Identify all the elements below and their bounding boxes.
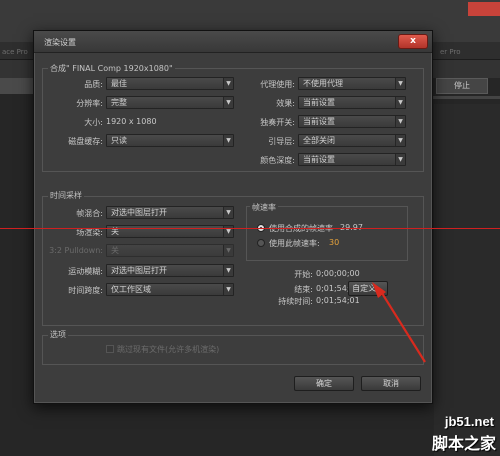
duration-label: 持续时间: xyxy=(278,297,313,306)
quality-value: 最佳 xyxy=(111,79,127,88)
frame-blend-value: 对选中图层打开 xyxy=(111,208,167,217)
background-render-queue-panel xyxy=(434,104,500,456)
background-render-bar xyxy=(0,78,34,94)
custom-time-span-button[interactable]: 自定义... xyxy=(348,281,388,296)
frame-rate-group-label: 帧速率 xyxy=(250,202,278,213)
solo-switches-dropdown[interactable]: 当前设置 ▼ xyxy=(298,115,406,128)
proxy-label: 代理使用: xyxy=(260,80,295,89)
effects-value: 当前设置 xyxy=(303,98,335,107)
chevron-down-icon: ▼ xyxy=(223,78,233,89)
proxy-dropdown[interactable]: 不使用代理 ▼ xyxy=(298,77,406,90)
resolution-value: 完整 xyxy=(111,98,127,107)
time-span-value: 仅工作区域 xyxy=(111,285,151,294)
size-value: 1920 x 1080 xyxy=(106,117,157,126)
guide-layers-value: 全部关闭 xyxy=(303,136,335,145)
time-span-dropdown[interactable]: 仅工作区域 ▼ xyxy=(106,283,234,296)
background-tab-right[interactable]: er Pro xyxy=(440,46,500,58)
color-depth-value: 当前设置 xyxy=(303,155,335,164)
skip-existing-checkbox[interactable] xyxy=(106,345,114,353)
guide-layers-label: 引导层: xyxy=(268,137,295,146)
options-label: 选项 xyxy=(48,329,68,340)
chevron-down-icon: ▼ xyxy=(223,245,233,256)
use-this-rate-input[interactable]: 30 xyxy=(329,238,339,247)
pulldown-dropdown[interactable]: 关 ▼ xyxy=(106,244,234,257)
dialog-titlebar[interactable]: 渲染设置 x xyxy=(34,31,432,53)
color-depth-label: 颜色深度: xyxy=(260,156,295,165)
time-span-label: 时间跨度: xyxy=(68,286,103,295)
background-stop-button[interactable]: 停止 xyxy=(436,78,488,94)
end-label: 结束: xyxy=(294,285,313,294)
solo-switches-label: 独奏开关: xyxy=(260,118,295,127)
effects-dropdown[interactable]: 当前设置 ▼ xyxy=(298,96,406,109)
chevron-down-icon: ▼ xyxy=(223,97,233,108)
options-group xyxy=(42,335,424,365)
chevron-down-icon: ▼ xyxy=(395,154,405,165)
frame-blend-dropdown[interactable]: 对选中图层打开 ▼ xyxy=(106,206,234,219)
pulldown-value: 关 xyxy=(111,246,119,255)
disk-cache-dropdown[interactable]: 只读 ▼ xyxy=(106,134,234,147)
background-tab-left[interactable]: ace Pro xyxy=(0,46,30,58)
dialog-close-button[interactable]: x xyxy=(398,34,428,49)
duration-value: 0;01;54;01 xyxy=(316,296,360,305)
solo-switches-value: 当前设置 xyxy=(303,117,335,126)
resolution-label: 分辨率: xyxy=(76,99,103,108)
motion-blur-value: 对选中图层打开 xyxy=(111,266,167,275)
comp-group-label: 合成" FINAL Comp 1920x1080" xyxy=(48,63,175,74)
use-this-rate-radio[interactable] xyxy=(257,239,265,247)
frame-blend-label: 帧混合: xyxy=(76,209,103,218)
field-render-dropdown[interactable]: 关 ▼ xyxy=(106,225,234,238)
chevron-down-icon: ▼ xyxy=(223,265,233,276)
chevron-down-icon: ▼ xyxy=(395,78,405,89)
chevron-down-icon: ▼ xyxy=(395,97,405,108)
color-depth-dropdown[interactable]: 当前设置 ▼ xyxy=(298,153,406,166)
resolution-dropdown[interactable]: 完整 ▼ xyxy=(106,96,234,109)
quality-label: 品质: xyxy=(84,80,103,89)
pulldown-label: 3:2 Pulldown: xyxy=(49,246,103,255)
cancel-button[interactable]: 取消 xyxy=(361,376,421,391)
annotation-red-line xyxy=(0,228,500,229)
background-close-button[interactable] xyxy=(468,2,500,16)
watermark-site-name: 脚本之家 xyxy=(431,434,496,453)
proxy-value: 不使用代理 xyxy=(303,79,343,88)
chevron-down-icon: ▼ xyxy=(223,284,233,295)
guide-layers-dropdown[interactable]: 全部关闭 ▼ xyxy=(298,134,406,147)
watermark-url: jb51.net xyxy=(444,414,494,429)
time-sampling-label: 时间采样 xyxy=(48,190,84,201)
watermark-logo: jb51.net 脚本之家 xyxy=(418,414,500,456)
size-label: 大小: xyxy=(84,118,103,127)
dialog-title: 渲染设置 xyxy=(44,38,76,47)
start-label: 开始: xyxy=(294,270,313,279)
quality-dropdown[interactable]: 最佳 ▼ xyxy=(106,77,234,90)
motion-blur-dropdown[interactable]: 对选中图层打开 ▼ xyxy=(106,264,234,277)
chevron-down-icon: ▼ xyxy=(223,135,233,146)
chevron-down-icon: ▼ xyxy=(395,135,405,146)
motion-blur-label: 运动模糊: xyxy=(68,267,103,276)
disk-cache-value: 只读 xyxy=(111,136,127,145)
render-settings-dialog: 渲染设置 x 合成" FINAL Comp 1920x1080" 品质: 最佳 … xyxy=(33,30,433,404)
ok-button[interactable]: 确定 xyxy=(294,376,354,391)
use-this-rate-label: 使用此帧速率: xyxy=(269,239,320,248)
chevron-down-icon: ▼ xyxy=(223,207,233,218)
start-value: 0;00;00;00 xyxy=(316,269,360,278)
background-divider xyxy=(430,96,500,99)
effects-label: 效果: xyxy=(276,99,295,108)
chevron-down-icon: ▼ xyxy=(395,116,405,127)
skip-existing-label: 跳过现有文件(允许多机渲染) xyxy=(117,345,220,354)
disk-cache-label: 磁盘缓存: xyxy=(68,137,103,146)
